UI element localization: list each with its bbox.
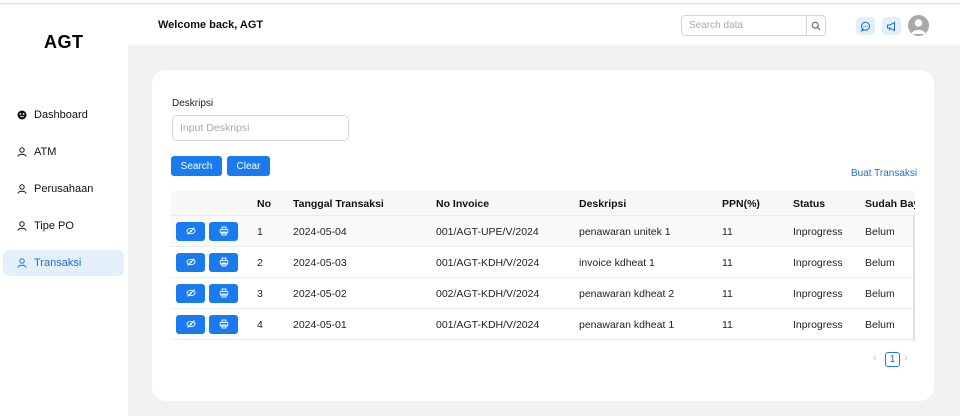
pagination-prev[interactable]: ‹ (873, 352, 877, 364)
user-icon (17, 258, 27, 268)
cell-description: invoice kdheat 1 (579, 257, 655, 269)
cell-status: Inprogress (793, 226, 843, 238)
sidebar-item-label: Perusahaan (34, 183, 94, 195)
search-input[interactable] (682, 16, 806, 35)
cell-no: 4 (257, 319, 263, 331)
column-header: No Invoice (436, 198, 490, 210)
horizontal-scroll-edge[interactable] (913, 216, 915, 341)
column-header: No (257, 198, 271, 210)
cell-paid: Belum (865, 257, 895, 269)
table-row: 4 2024-05-01 001/AGT-KDH/V/2024 penawara… (171, 309, 915, 340)
cell-ppn: 11 (722, 288, 733, 300)
sidebar-nav: Dashboard ATM Perusahaan Tipe PO Transak… (3, 102, 124, 287)
sidebar-item-atm[interactable]: ATM (3, 139, 124, 165)
eye-slash-icon (186, 318, 196, 332)
cell-date: 2024-05-01 (293, 319, 347, 331)
sidebar-item-tipe-po[interactable]: Tipe PO (3, 213, 124, 239)
printer-icon (219, 225, 229, 239)
print-button[interactable] (209, 222, 238, 241)
cell-status: Inprogress (793, 319, 843, 331)
user-icon (17, 221, 27, 231)
column-header: Deskripsi (579, 198, 627, 210)
print-button[interactable] (209, 253, 238, 272)
sidebar-item-transaksi[interactable]: Transaksi (3, 250, 124, 276)
print-button[interactable] (209, 315, 238, 334)
sidebar-item-perusahaan[interactable]: Perusahaan (3, 176, 124, 202)
top-border (0, 0, 960, 4)
search-icon[interactable] (806, 16, 825, 35)
eye-slash-icon (186, 225, 196, 239)
cell-date: 2024-05-04 (293, 226, 347, 238)
transaction-card: Deskripsi Search Clear Buat Transaksi No… (152, 70, 934, 401)
avatar[interactable] (908, 15, 929, 36)
printer-icon (219, 256, 229, 270)
cell-invoice: 001/AGT-UPE/V/2024 (436, 226, 539, 238)
sidebar-item-dashboard[interactable]: Dashboard (3, 102, 124, 128)
cell-invoice: 002/AGT-KDH/V/2024 (436, 288, 540, 300)
sidebar: AGT Dashboard ATM Perusahaan Tipe PO Tra… (0, 5, 128, 416)
sidebar-item-label: ATM (34, 146, 57, 158)
cell-invoice: 001/AGT-KDH/V/2024 (436, 319, 540, 331)
table-header: No Tanggal Transaksi No Invoice Deskrips… (171, 191, 915, 216)
message-icon[interactable] (856, 17, 875, 35)
eye-slash-icon (186, 287, 196, 301)
cell-date: 2024-05-02 (293, 288, 347, 300)
cell-description: penawaran unitek 1 (579, 226, 671, 238)
printer-icon (219, 318, 229, 332)
pagination-current-page[interactable]: 1 (885, 352, 900, 367)
transaction-table: No Tanggal Transaksi No Invoice Deskrips… (171, 191, 915, 341)
column-header: Tanggal Transaksi (293, 198, 384, 210)
cell-invoice: 001/AGT-KDH/V/2024 (436, 257, 540, 269)
hide-button[interactable] (176, 222, 205, 241)
dashboard-icon (17, 110, 27, 120)
column-header: Status (793, 198, 826, 210)
description-label: Deskripsi (172, 98, 214, 109)
cell-status: Inprogress (793, 288, 843, 300)
cell-date: 2024-05-03 (293, 257, 347, 269)
cell-description: penawaran kdheat 1 (579, 319, 675, 331)
create-transaction-link[interactable]: Buat Transaksi (851, 168, 917, 179)
printer-icon (219, 287, 229, 301)
megaphone-icon[interactable] (882, 17, 901, 35)
cell-ppn: 11 (722, 226, 733, 238)
description-input[interactable] (172, 115, 349, 141)
app-logo: AGT (44, 32, 84, 52)
sidebar-item-label: Tipe PO (34, 220, 74, 232)
cell-no: 2 (257, 257, 263, 269)
user-icon (17, 184, 27, 194)
sidebar-item-label: Dashboard (34, 109, 88, 121)
cell-no: 1 (257, 226, 263, 238)
cell-paid: Belum (865, 319, 895, 331)
top-header: Welcome back, AGT (128, 5, 960, 45)
search-button[interactable]: Search (171, 156, 222, 176)
column-header: Sudah Bay (865, 198, 915, 210)
sidebar-item-label: Transaksi (34, 257, 82, 269)
welcome-text: Welcome back, AGT (158, 19, 264, 31)
print-button[interactable] (209, 284, 238, 303)
cell-status: Inprogress (793, 257, 843, 269)
table-row: 3 2024-05-02 002/AGT-KDH/V/2024 penawara… (171, 278, 915, 309)
clear-button[interactable]: Clear (227, 156, 270, 176)
user-icon (17, 147, 27, 157)
cell-ppn: 11 (722, 257, 733, 269)
global-search (681, 15, 826, 36)
cell-paid: Belum (865, 288, 895, 300)
cell-ppn: 11 (722, 319, 733, 331)
hide-button[interactable] (176, 253, 205, 272)
hide-button[interactable] (176, 284, 205, 303)
column-header: PPN(%) (722, 198, 760, 210)
table-row: 1 2024-05-04 001/AGT-UPE/V/2024 penawara… (171, 216, 915, 247)
table-row: 2 2024-05-03 001/AGT-KDH/V/2024 invoice … (171, 247, 915, 278)
hide-button[interactable] (176, 315, 205, 334)
eye-slash-icon (186, 256, 196, 270)
cell-description: penawaran kdheat 2 (579, 288, 675, 300)
pagination-next[interactable]: › (904, 352, 908, 364)
cell-no: 3 (257, 288, 263, 300)
cell-paid: Belum (865, 226, 895, 238)
